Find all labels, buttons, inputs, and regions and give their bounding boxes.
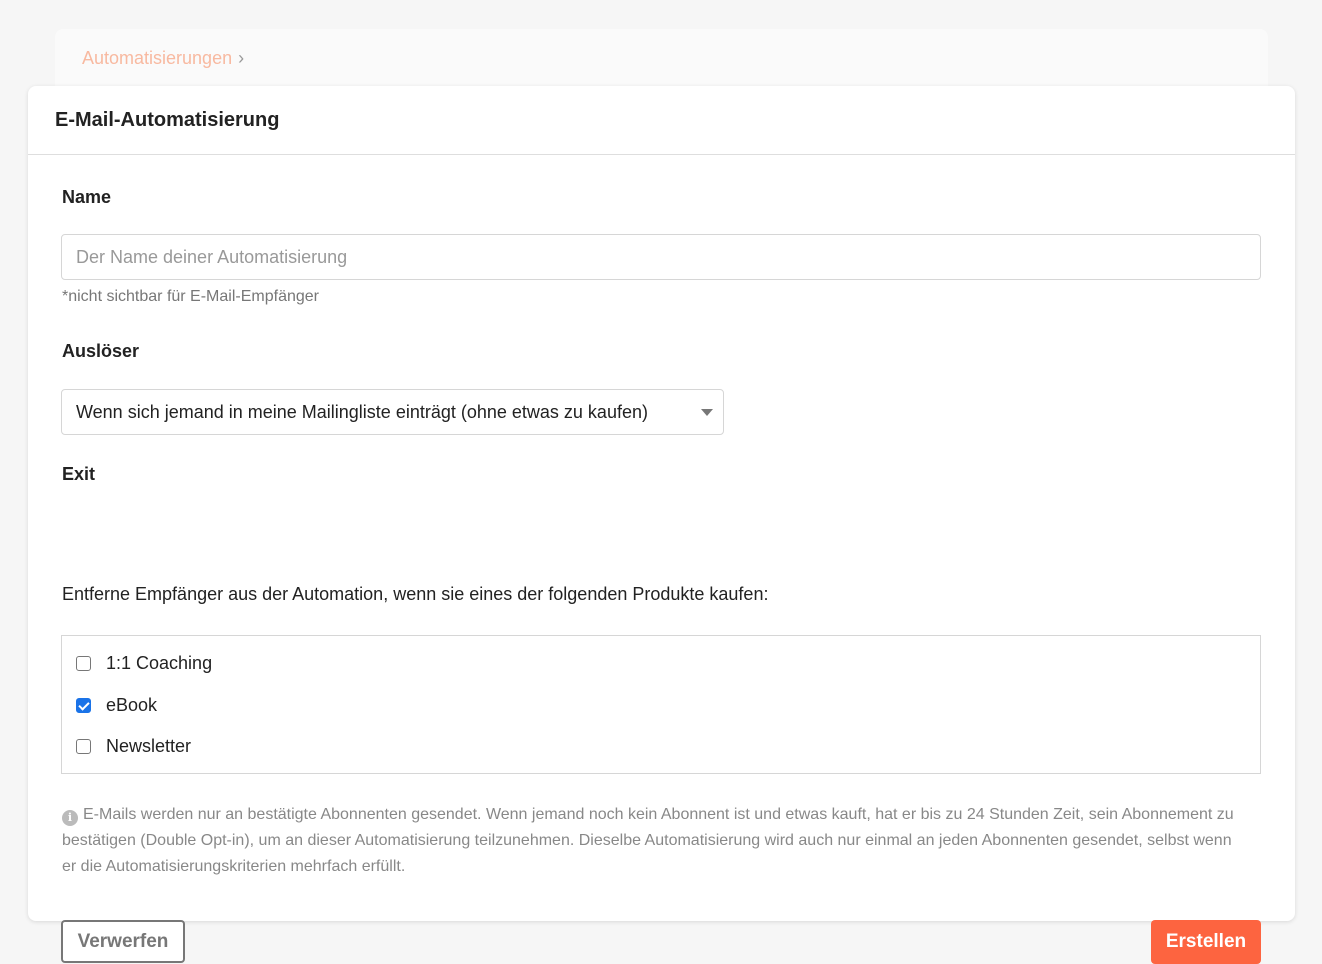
product-label: eBook xyxy=(106,695,158,715)
discard-button[interactable]: Verwerfen xyxy=(61,920,185,963)
checkbox-coaching[interactable] xyxy=(76,656,91,671)
breadcrumb-link-automations[interactable]: Automatisierungen xyxy=(82,48,232,69)
product-item-ebook[interactable]: eBook xyxy=(76,695,157,716)
product-item-coaching[interactable]: 1:1 Coaching xyxy=(76,653,212,674)
info-note: i E-Mails werden nur an bestätigte Abonne… xyxy=(62,802,1242,880)
breadcrumb: Automatisierungen › xyxy=(82,48,244,69)
info-circle-icon: i xyxy=(62,810,78,826)
chevron-right-icon: › xyxy=(238,48,245,68)
checkbox-ebook[interactable] xyxy=(76,698,91,713)
exit-label: Exit xyxy=(62,464,96,484)
email-automation-modal: E-Mail-Automatisierung Name *nicht sicht… xyxy=(28,86,1295,964)
product-label: Newsletter xyxy=(106,736,192,756)
name-hint: *nicht sichtbar für E-Mail-Empfänger xyxy=(62,288,319,305)
product-label: 1:1 Coaching xyxy=(106,653,213,673)
info-text: E-Mails werden nur an bestätigte Abonnen… xyxy=(62,806,1234,875)
product-item-newsletter[interactable]: Newsletter xyxy=(76,736,191,757)
name-label: Name xyxy=(62,187,112,207)
modal-header: E-Mail-Automatisierung xyxy=(28,86,1295,155)
name-input[interactable] xyxy=(61,234,1261,280)
chevron-down-icon xyxy=(701,409,713,416)
exit-description: Entferne Empfänger aus der Automation, w… xyxy=(62,584,769,604)
modal-title: E-Mail-Automatisierung xyxy=(55,108,280,131)
exit-products-list: 1:1 Coaching eBook Newsletter xyxy=(61,635,1261,774)
trigger-select[interactable]: Wenn sich jemand in meine Mailingliste e… xyxy=(61,389,724,435)
trigger-label: Auslöser xyxy=(62,341,140,361)
trigger-selected-value: Wenn sich jemand in meine Mailingliste e… xyxy=(76,401,648,422)
create-button[interactable]: Erstellen xyxy=(1151,920,1261,964)
checkbox-newsletter[interactable] xyxy=(76,739,91,754)
